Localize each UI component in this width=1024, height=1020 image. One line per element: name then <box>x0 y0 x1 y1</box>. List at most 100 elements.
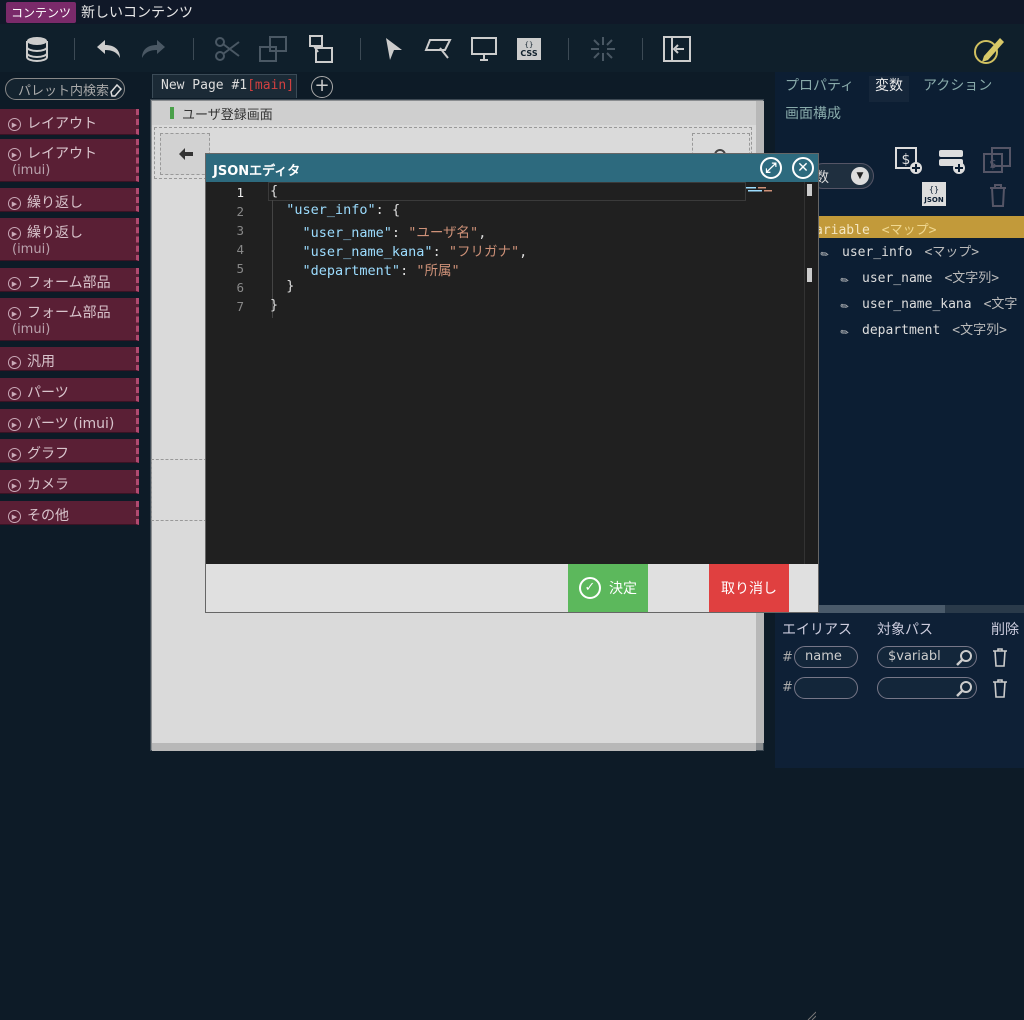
palette-item[interactable]: ▶ パーツ (imui) <box>0 409 139 433</box>
svg-text:JSON: JSON <box>923 196 944 204</box>
code-token: "user_info" <box>286 202 376 218</box>
copy-variable-icon[interactable]: $ <box>982 146 1012 176</box>
alias-header: エイリアス <box>782 622 852 638</box>
code-token: "所属" <box>416 263 460 279</box>
alias-input[interactable]: name <box>794 646 858 668</box>
palette-item-label: レイアウト <box>27 116 97 132</box>
sparkle-icon[interactable] <box>588 34 618 64</box>
cancel-button[interactable]: 取り消し <box>709 564 789 612</box>
css-icon[interactable]: CSS{} <box>514 34 544 64</box>
palette-item[interactable]: ▶ フォーム部品 <box>0 268 139 292</box>
form-select-icon[interactable] <box>424 34 454 64</box>
palette-item-label: 繰り返し <box>27 195 83 211</box>
palette-item[interactable]: ▶ その他 <box>0 501 139 525</box>
screen-structure-heading: 画面構成 <box>785 106 841 122</box>
maximize-icon[interactable]: ⤢ <box>760 157 782 179</box>
line-number: 5 <box>236 261 244 276</box>
close-icon[interactable]: ✕ <box>792 157 814 179</box>
minimap[interactable] <box>746 186 774 194</box>
delete-row-icon[interactable] <box>992 678 1008 698</box>
trash-icon[interactable] <box>983 182 1013 212</box>
svg-text:$: $ <box>989 157 997 171</box>
palette-item[interactable]: ▶ グラフ <box>0 439 139 463</box>
variable-type-select[interactable]: 数 ▼ <box>810 163 874 189</box>
json-editor-dialog: JSONエディタ ⤢ ✕ 1 2 3 4 5 6 7 { "user_info": { "u… <box>205 153 819 1020</box>
tab-main-suffix: [main] <box>247 78 295 93</box>
palette-item[interactable]: ▶ フォーム部品 (imui) <box>0 298 139 341</box>
resize-grip-icon[interactable] <box>806 1010 816 1020</box>
palette-item[interactable]: ▶ カメラ <box>0 470 139 494</box>
palette-item[interactable]: ▶ 繰り返し <box>0 188 139 212</box>
palette-item-label: グラフ <box>27 446 69 462</box>
monitor-icon[interactable] <box>469 34 499 64</box>
cancel-label: 取り消し <box>721 581 777 597</box>
copy-icon[interactable] <box>258 34 288 64</box>
code-token: "ユーザ名" <box>408 225 479 241</box>
tree-node-user-name-kana[interactable]: ✎ user_name_kana <文字 <box>837 293 1017 314</box>
add-tab-icon[interactable]: + <box>311 76 333 98</box>
delete-row-icon[interactable] <box>992 647 1008 667</box>
tree-node-user-name[interactable]: ✎ user_name <文字列> <box>837 267 1000 288</box>
tree-node-type: <文字列> <box>944 271 1000 286</box>
redo-icon[interactable] <box>138 34 168 64</box>
alias-input[interactable] <box>794 677 858 699</box>
layout-block[interactable] <box>151 459 207 521</box>
play-circle-icon: ▶ <box>8 118 21 131</box>
code-token: "user_name_kana" <box>302 244 433 260</box>
panel-toggle-icon[interactable] <box>662 34 692 64</box>
delete-header: 削除 <box>991 622 1019 638</box>
palette-item[interactable]: ▶ レイアウト <box>0 109 139 135</box>
play-circle-icon: ▶ <box>8 510 21 523</box>
line-number: 6 <box>236 280 244 295</box>
variable-root-type: <マップ> <box>881 223 937 238</box>
title-bar: コンテンツ 新しいコンテンツ <box>0 0 1024 24</box>
code-token: "フリガナ" <box>448 244 520 260</box>
palette-item-label: パーツ (imui) <box>27 416 115 432</box>
code-line: { <box>270 183 278 199</box>
palette-item[interactable]: ▶ パーツ <box>0 378 139 402</box>
add-record-icon[interactable] <box>937 146 967 176</box>
database-icon[interactable] <box>22 34 52 64</box>
palette-item-sublabel: (imui) <box>12 242 51 257</box>
line-number: 1 <box>236 185 244 200</box>
tab-properties[interactable]: プロパティ <box>779 76 860 102</box>
edit-pen-icon[interactable] <box>972 32 1006 66</box>
tab-new-page[interactable]: New Page #1[main] <box>152 74 297 98</box>
add-variable-icon[interactable]: $ <box>894 146 924 176</box>
variable-root-name: ariable <box>815 223 870 238</box>
code-token: { <box>391 202 401 218</box>
tab-label: New Page #1 <box>161 78 248 93</box>
palette-item[interactable]: ▶ 汎用 <box>0 347 139 371</box>
code-token: } <box>286 278 295 294</box>
tab-variables[interactable]: 変数 <box>869 76 909 102</box>
code-editor[interactable]: 1 2 3 4 5 6 7 { "user_info": { "user_name": "ユ… <box>206 182 818 564</box>
undo-icon[interactable] <box>94 34 124 64</box>
dialog-header: JSONエディタ ⤢ ✕ <box>206 154 818 182</box>
json-icon[interactable]: {} JSON <box>919 180 949 210</box>
palette-search-input[interactable]: パレット内検索 <box>5 78 125 100</box>
palette-item-label: フォーム部品 <box>27 305 111 321</box>
back-button-frame[interactable] <box>160 133 210 175</box>
palette-item-label: カメラ <box>27 477 69 493</box>
tab-actions[interactable]: アクション <box>917 76 998 102</box>
code-line: } <box>270 297 278 313</box>
tree-node-department[interactable]: ✎ department <文字列> <box>837 319 1007 340</box>
select-cursor-icon[interactable] <box>379 34 409 64</box>
code-token: "user_name" <box>302 225 392 241</box>
tree-node-user-info[interactable]: ✎ user_info <マップ> <box>817 241 979 262</box>
eraser-icon[interactable] <box>108 82 123 97</box>
canvas-horizontal-scrollbar[interactable] <box>152 743 756 751</box>
palette-item[interactable]: ▶ 繰り返し (imui) <box>0 218 139 261</box>
code-token: : <box>375 202 392 218</box>
palette-item-label: 汎用 <box>27 354 55 370</box>
pen-icon: ✎ <box>837 272 852 288</box>
ok-button[interactable]: ✓ 決定 <box>568 564 648 612</box>
search-icon[interactable] <box>955 649 973 671</box>
paste-icon[interactable] <box>305 34 335 64</box>
search-icon[interactable] <box>955 680 973 702</box>
editor-scrollbar[interactable] <box>804 182 818 564</box>
palette-item[interactable]: ▶ レイアウト (imui) <box>0 139 139 182</box>
tree-node-type: <文字列> <box>952 323 1007 338</box>
cut-icon[interactable] <box>212 34 242 64</box>
